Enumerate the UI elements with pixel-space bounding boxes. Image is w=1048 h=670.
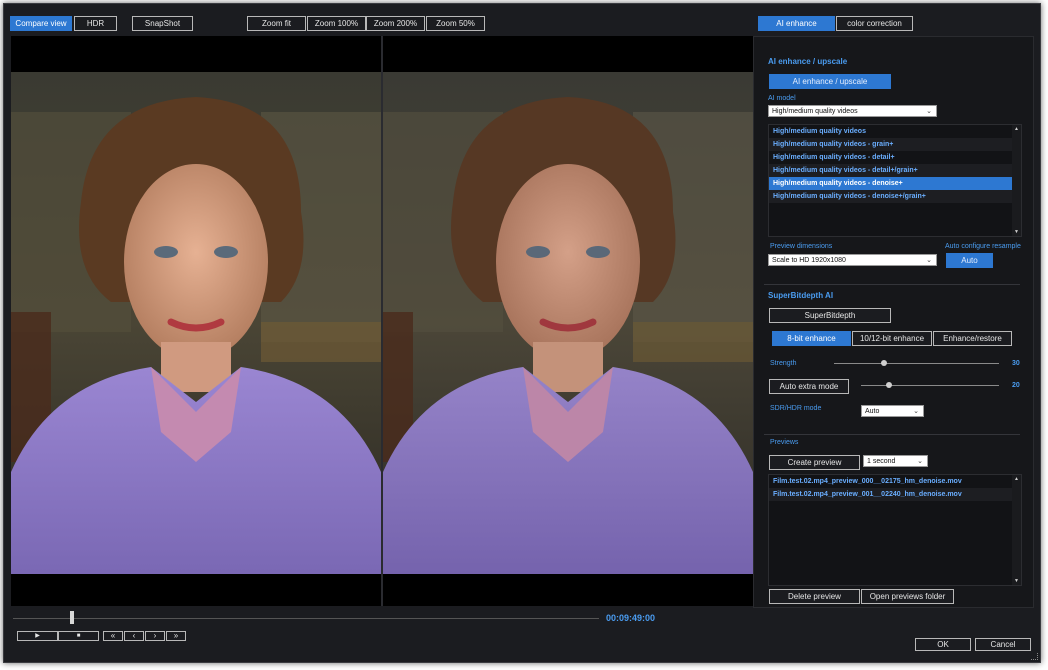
model-list-item[interactable]: High/medium quality videos - denoise+/gr… xyxy=(769,190,1021,203)
model-list-item[interactable]: High/medium quality videos - detail+/gra… xyxy=(769,164,1021,177)
auto-extra-mode-button[interactable]: Auto extra mode xyxy=(769,379,849,394)
tab-color-correction[interactable]: color correction xyxy=(836,16,913,31)
zoom-fit-button[interactable]: Zoom fit xyxy=(247,16,306,31)
fast-forward-button[interactable]: » xyxy=(166,631,186,641)
enhanced-video-frame xyxy=(383,72,753,574)
step-back-button[interactable]: ‹ xyxy=(124,631,144,641)
settings-panel: AI enhance / upscale AI enhance / upscal… xyxy=(753,36,1034,608)
hdr-button[interactable]: HDR xyxy=(74,16,117,31)
preview-dimensions-label: Preview dimensions xyxy=(770,243,833,250)
video-viewer[interactable] xyxy=(11,36,753,606)
model-list-item[interactable]: High/medium quality videos xyxy=(769,125,1021,138)
chevron-down-icon: ⌄ xyxy=(926,257,932,264)
preview-list-item[interactable]: Film.test.02.mp4_preview_000__02175_hm_d… xyxy=(769,475,1021,488)
chevron-down-icon: ⌄ xyxy=(917,458,923,465)
model-list-item[interactable]: High/medium quality videos - denoise+ xyxy=(769,177,1021,190)
ai-model-select[interactable]: High/medium quality videos ⌄ xyxy=(768,105,937,117)
create-preview-button[interactable]: Create preview xyxy=(769,455,860,470)
superbitdepth-button[interactable]: SuperBitdepth xyxy=(769,308,891,323)
section-divider xyxy=(764,284,1020,285)
auto-configure-label: Auto configure resample xyxy=(945,243,1021,250)
auto-extra-slider[interactable] xyxy=(861,385,999,386)
ai-enhance-upscale-button[interactable]: AI enhance / upscale xyxy=(769,74,891,89)
ai-section-title: AI enhance / upscale xyxy=(768,57,848,66)
sdr-hdr-select[interactable]: Auto ⌄ xyxy=(861,405,924,417)
tab-enhance-restore[interactable]: Enhance/restore xyxy=(933,331,1012,346)
chevron-down-icon: ⌄ xyxy=(926,108,932,115)
tab-8bit-enhance[interactable]: 8-bit enhance xyxy=(772,331,851,346)
scroll-down-icon[interactable]: ▼ xyxy=(1012,229,1021,235)
preview-duration-value: 1 second xyxy=(867,458,896,465)
rewind-button[interactable]: « xyxy=(103,631,123,641)
previews-title: Previews xyxy=(770,439,799,446)
ai-model-label: AI model xyxy=(768,95,796,102)
tab-ai-enhance[interactable]: AI enhance xyxy=(758,16,835,31)
chevron-down-icon: ⌄ xyxy=(913,408,919,415)
strength-slider[interactable] xyxy=(834,363,999,364)
preview-dimensions-select[interactable]: Scale to HD 1920x1080 ⌄ xyxy=(768,254,937,266)
play-button[interactable]: ▶ xyxy=(17,631,58,641)
compare-view-button[interactable]: Compare view xyxy=(10,16,72,31)
previews-list-scrollbar[interactable]: ▲ ▼ xyxy=(1012,475,1021,585)
tab-10-12bit-enhance[interactable]: 10/12-bit enhance xyxy=(852,331,932,346)
model-list-item[interactable]: High/medium quality videos - grain+ xyxy=(769,138,1021,151)
scroll-down-icon[interactable]: ▼ xyxy=(1012,578,1021,584)
ai-model-select-value: High/medium quality videos xyxy=(772,108,858,115)
previews-list[interactable]: Film.test.02.mp4_preview_000__02175_hm_d… xyxy=(768,474,1022,586)
zoom-100-button[interactable]: Zoom 100% xyxy=(307,16,366,31)
model-list-item[interactable]: High/medium quality videos - detail+ xyxy=(769,151,1021,164)
superbitdepth-title: SuperBitdepth AI xyxy=(768,291,834,300)
app-window: Compare view HDR SnapShot Zoom fit Zoom … xyxy=(3,3,1041,663)
preview-dimensions-value: Scale to HD 1920x1080 xyxy=(772,257,846,264)
ok-button[interactable]: OK xyxy=(915,638,971,651)
strength-value: 30 xyxy=(1012,360,1020,367)
section-divider xyxy=(764,434,1020,435)
auto-extra-slider-handle[interactable] xyxy=(885,382,892,388)
ai-model-list[interactable]: High/medium quality videos High/medium qu… xyxy=(768,124,1022,237)
model-list-scrollbar[interactable]: ▲ ▼ xyxy=(1012,125,1021,236)
step-forward-button[interactable]: › xyxy=(145,631,165,641)
sdr-hdr-value: Auto xyxy=(865,408,880,415)
preview-duration-select[interactable]: 1 second ⌄ xyxy=(863,455,928,467)
auto-extra-value: 20 xyxy=(1012,382,1020,389)
open-previews-folder-button[interactable]: Open previews folder xyxy=(861,589,954,604)
resize-grip-icon[interactable] xyxy=(1031,653,1038,660)
scroll-up-icon[interactable]: ▲ xyxy=(1012,126,1021,132)
timeline-track[interactable] xyxy=(13,618,599,619)
zoom-50-button[interactable]: Zoom 50% xyxy=(426,16,485,31)
timecode-display: 00:09:49:00 xyxy=(606,613,656,623)
scroll-up-icon[interactable]: ▲ xyxy=(1012,476,1021,482)
timeline-handle[interactable] xyxy=(69,611,74,624)
preview-list-item[interactable]: Film.test.02.mp4_preview_001__02240_hm_d… xyxy=(769,488,1021,501)
cancel-button[interactable]: Cancel xyxy=(975,638,1031,651)
original-video-frame xyxy=(11,72,381,574)
sdr-hdr-label: SDR/HDR mode xyxy=(770,405,822,412)
strength-label: Strength xyxy=(770,360,797,367)
delete-preview-button[interactable]: Delete preview xyxy=(769,589,860,604)
strength-slider-handle[interactable] xyxy=(880,360,887,366)
snapshot-button[interactable]: SnapShot xyxy=(132,16,193,31)
auto-configure-button[interactable]: Auto xyxy=(946,253,993,268)
stop-button[interactable]: ■ xyxy=(58,631,99,641)
zoom-200-button[interactable]: Zoom 200% xyxy=(366,16,425,31)
